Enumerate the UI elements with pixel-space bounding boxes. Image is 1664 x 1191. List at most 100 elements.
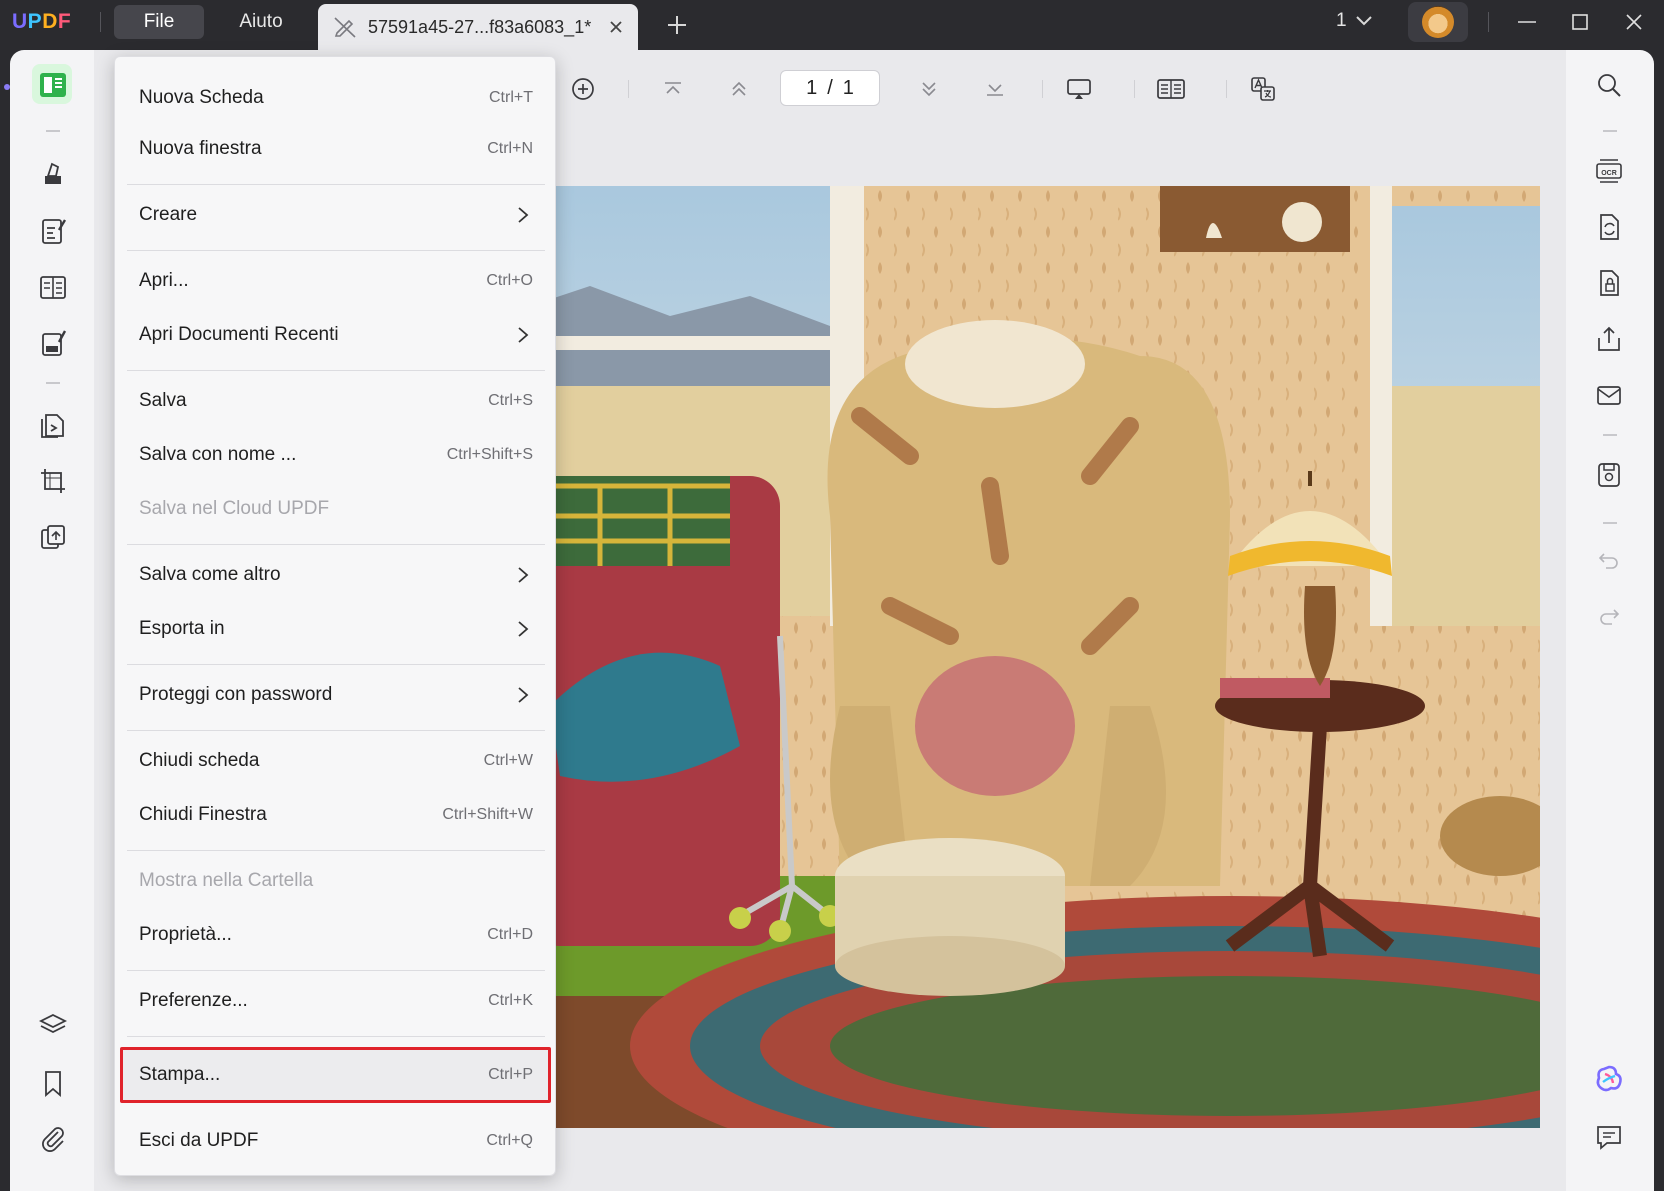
divider <box>1488 12 1489 32</box>
sign-icon[interactable] <box>36 326 70 360</box>
ai-assistant-icon[interactable] <box>1592 1062 1626 1096</box>
menu-separator <box>127 850 545 851</box>
document-page-image <box>530 186 1540 1128</box>
divider <box>1134 80 1135 98</box>
room-illustration <box>530 186 1540 1128</box>
edit-off-icon <box>334 17 356 38</box>
comment-highlighter-icon[interactable] <box>36 156 70 190</box>
file-menu-dropdown: Nuova Scheda Ctrl+T Nuova finestra Ctrl+N … <box>114 56 556 1176</box>
divider <box>1042 80 1043 98</box>
document-tab[interactable]: 57591a45-27...f83a6083_1* <box>318 4 638 50</box>
menu-item-create[interactable]: Creare <box>115 191 557 239</box>
attachment-icon[interactable] <box>36 1122 70 1156</box>
page-separator: / <box>827 76 833 99</box>
menu-item-open-recent[interactable]: Apri Documenti Recenti <box>115 311 557 359</box>
search-icon[interactable] <box>1592 68 1626 102</box>
menu-separator <box>127 184 545 185</box>
menu-separator <box>127 664 545 665</box>
menu-item-new-window[interactable]: Nuova finestra Ctrl+N <box>115 125 557 173</box>
menu-item-open[interactable]: Apri... Ctrl+O <box>115 257 557 305</box>
updf-window: UPDF File Aiuto 57591a45-27...f83a6083_1… <box>0 0 1664 1191</box>
right-toolbar: OCR <box>1566 50 1654 1191</box>
redo-icon[interactable] <box>1592 598 1626 632</box>
menu-separator <box>127 250 545 251</box>
organize-pages-icon[interactable] <box>36 408 70 442</box>
chevron-right-icon <box>513 565 533 585</box>
convert-icon[interactable] <box>36 520 70 554</box>
save-icon[interactable] <box>1592 458 1626 492</box>
next-page-icon[interactable] <box>912 72 946 106</box>
chevron-right-icon <box>513 619 533 639</box>
comments-panel-icon[interactable] <box>1592 1120 1626 1154</box>
menu-item-close-tab[interactable]: Chiudi scheda Ctrl+W <box>115 737 557 785</box>
menu-separator <box>127 370 545 371</box>
avatar-image <box>1422 6 1454 38</box>
tab-title: 57591a45-27...f83a6083_1* <box>368 16 592 37</box>
menu-separator <box>127 1036 545 1037</box>
divider <box>46 382 60 384</box>
left-toolbar <box>10 50 94 1191</box>
menu-item-print[interactable]: Stampa... Ctrl+P <box>115 1051 557 1099</box>
edit-pdf-icon[interactable] <box>36 214 70 248</box>
form-icon[interactable] <box>36 270 70 304</box>
first-page-icon[interactable] <box>656 72 690 106</box>
avatar[interactable] <box>1408 2 1468 42</box>
chevron-right-icon <box>513 205 533 225</box>
ocr-icon[interactable]: OCR <box>1592 154 1626 188</box>
last-page-icon[interactable] <box>978 72 1012 106</box>
menu-item-close-window[interactable]: Chiudi Finestra Ctrl+Shift+W <box>115 791 557 839</box>
menu-item-new-tab[interactable]: Nuova Scheda Ctrl+T <box>115 74 557 122</box>
menu-item-save-as[interactable]: Salva con nome ... Ctrl+Shift+S <box>115 431 557 479</box>
menu-item-show-in-folder: Mostra nella Cartella <box>139 870 314 891</box>
divider <box>100 12 101 32</box>
menu-item-properties[interactable]: Proprietà... Ctrl+D <box>115 911 557 959</box>
email-icon[interactable] <box>1592 378 1626 412</box>
previous-page-icon[interactable] <box>722 72 756 106</box>
menu-item-protect-password[interactable]: Proteggi con password <box>115 671 557 719</box>
layers-icon[interactable] <box>36 1008 70 1042</box>
menu-help[interactable]: Aiuto <box>226 5 296 39</box>
page-number-input[interactable]: 1 / 1 <box>780 70 880 106</box>
close-window-icon[interactable] <box>1619 8 1649 36</box>
menu-item-exit[interactable]: Esci da UPDF Ctrl+Q <box>115 1117 557 1165</box>
menu-item-save-as-other[interactable]: Salva come altro <box>115 551 557 599</box>
undo-icon[interactable] <box>1592 542 1626 576</box>
new-tab-icon[interactable] <box>664 12 690 38</box>
chevron-down-icon <box>1355 16 1372 26</box>
protect-document-icon[interactable] <box>1592 266 1626 300</box>
zoom-in-icon[interactable] <box>566 72 600 106</box>
notification-dot <box>4 84 10 90</box>
current-page: 1 <box>806 76 818 99</box>
close-tab-icon[interactable] <box>602 13 630 41</box>
menu-separator <box>127 544 545 545</box>
divider <box>1226 80 1227 98</box>
menu-separator <box>127 970 545 971</box>
menu-item-save-to-cloud: Salva nel Cloud UPDF <box>139 498 330 519</box>
chevron-right-icon <box>513 685 533 705</box>
svg-text:OCR: OCR <box>1601 170 1617 177</box>
menu-item-save[interactable]: Salva Ctrl+S <box>115 377 557 425</box>
divider <box>1603 522 1617 524</box>
divider <box>1603 130 1617 132</box>
maximize-icon[interactable] <box>1565 8 1595 36</box>
bookmark-icon[interactable] <box>36 1066 70 1100</box>
divider <box>628 80 629 98</box>
reader-icon[interactable] <box>36 68 70 102</box>
divider <box>46 130 60 132</box>
menu-file[interactable]: File <box>114 5 204 39</box>
slideshow-icon[interactable] <box>1062 72 1096 106</box>
title-bar: UPDF File Aiuto 57591a45-27...f83a6083_1… <box>0 0 1664 50</box>
convert-document-icon[interactable] <box>1592 210 1626 244</box>
tab-count: 1 <box>1336 10 1347 31</box>
menu-item-preferences[interactable]: Preferenze... Ctrl+K <box>115 977 557 1025</box>
translate-icon[interactable] <box>1246 72 1280 106</box>
tab-count-dropdown[interactable]: 1 <box>1336 10 1373 32</box>
minimize-icon[interactable] <box>1512 8 1542 36</box>
crop-icon[interactable] <box>36 464 70 498</box>
divider <box>1603 434 1617 436</box>
page-view-icon[interactable] <box>1154 72 1188 106</box>
menu-separator <box>127 730 545 731</box>
menu-item-export[interactable]: Esporta in <box>115 605 557 653</box>
chevron-right-icon <box>513 325 533 345</box>
share-icon[interactable] <box>1592 322 1626 356</box>
